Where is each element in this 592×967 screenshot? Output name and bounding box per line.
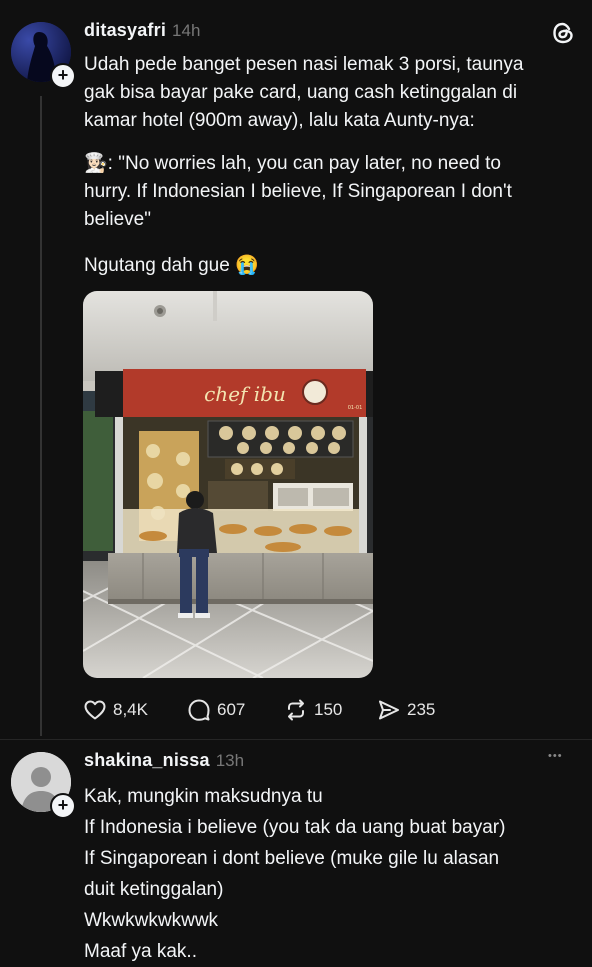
share-button[interactable]: 235 (377, 698, 435, 722)
repost-count: 150 (314, 700, 343, 719)
post-line-1: Udah pede banget pesen nasi lemak 3 pors… (84, 54, 524, 75)
follow-plus-button[interactable]: + (50, 63, 76, 89)
quote-line-2: hurry. If Indonesian I believe, If Singa… (84, 181, 512, 202)
reply-time: 13h (215, 751, 245, 770)
reply-username[interactable]: shakina_nissa (84, 750, 210, 771)
reply-line-5: Wkwkwkwkwwk (84, 910, 219, 931)
food-stall-photo: chef ibu 01-01 (83, 291, 373, 678)
closing-text: Ngutang dah gue (84, 255, 230, 276)
reply-line-2: If Indonesia i believe (you tak da uang … (84, 817, 506, 838)
repost-icon (288, 699, 304, 721)
divider (0, 739, 592, 740)
more-icon[interactable]: ••• (548, 750, 563, 762)
reply-header: shakina_nissa 13h (84, 750, 244, 771)
comment-count: 607 (217, 700, 246, 719)
like-count: 8,4K (113, 700, 148, 719)
post-time: 14h (172, 21, 201, 40)
post-photo[interactable]: chef ibu 01-01 (83, 291, 373, 678)
post-line-2: gak bisa bayar pake card, uang cash keti… (84, 82, 518, 103)
reply-follow-plus-button[interactable]: + (50, 793, 76, 819)
comment-icon (188, 699, 210, 721)
repost-button[interactable]: 150 (284, 698, 342, 722)
heart-icon (84, 700, 106, 720)
quote-line-3: believe" (84, 209, 151, 230)
chef-emoji: 👩🏻‍🍳 (84, 153, 108, 174)
like-button[interactable]: 8,4K (83, 698, 148, 722)
share-count: 235 (407, 700, 436, 719)
stall-sign-text: chef ibu (204, 382, 286, 406)
reply-line-3: If Singaporean i dont believe (muke gile… (84, 848, 500, 869)
quote-line-1-text: : "No worries lah, you can pay later, no… (107, 153, 501, 174)
post-quote: 👩🏻‍🍳: "No worries lah, you can pay later… (84, 150, 512, 234)
threads-logo-icon[interactable] (550, 20, 576, 46)
reply-line-1: Kak, mungkin maksudnya tu (84, 786, 323, 807)
stall-number-text: 01-01 (348, 405, 363, 411)
crying-emoji: 😭 (235, 255, 259, 276)
post-username[interactable]: ditasyafri (84, 20, 166, 41)
post-line-3: kamar hotel (900m away), lalu kata Aunty… (84, 110, 475, 131)
reply-body: Kak, mungkin maksudnya tu If Indonesia i… (84, 781, 505, 967)
post-body: Udah pede banget pesen nasi lemak 3 pors… (84, 51, 523, 135)
reply-line-4: duit ketinggalan) (84, 879, 224, 900)
post-header: ditasyafri 14h (84, 20, 200, 41)
share-icon (379, 700, 399, 720)
comment-button[interactable]: 607 (187, 698, 245, 722)
post-closing: Ngutang dah gue 😭 (84, 252, 259, 280)
thread-line (40, 96, 42, 736)
reply-line-6: Maaf ya kak.. (84, 941, 197, 962)
quote-line-1: 👩🏻‍🍳: "No worries lah, you can pay later… (84, 150, 512, 178)
